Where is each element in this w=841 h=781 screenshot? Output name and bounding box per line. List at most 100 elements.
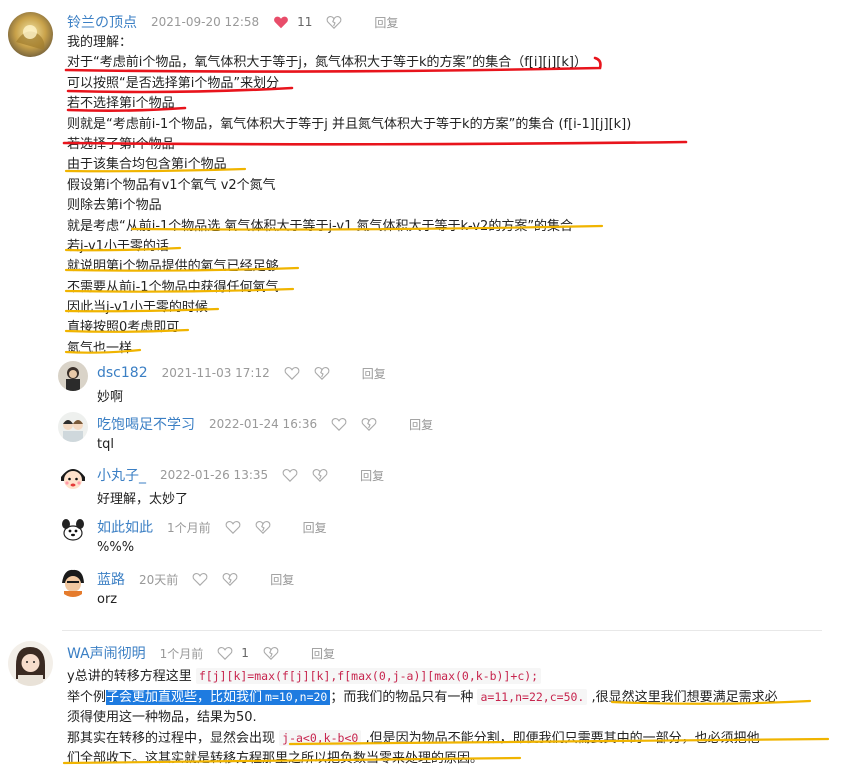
- username[interactable]: 吃饱喝足不学习: [97, 414, 195, 434]
- reply-button[interactable]: 回复: [311, 645, 335, 662]
- reply-text: 妙啊: [97, 390, 124, 405]
- username[interactable]: 铃兰の顶点: [67, 12, 137, 32]
- dislike-button[interactable]: [312, 467, 328, 483]
- comment-line: 就说明第i个物品提供的氧气已经足够: [67, 259, 279, 275]
- comment-line: 对于“考虑前i个物品，氧气体积大于等于j，氮气体积大于等于k的方案”的集合（f[…: [67, 55, 587, 71]
- reply-text: orz: [97, 592, 118, 607]
- heart-outline-icon: [282, 469, 298, 482]
- avatar-image: [8, 12, 53, 57]
- reply-button[interactable]: 回复: [360, 467, 384, 484]
- comment-line: 举个例子会更加直观些，比如我们 m=10,n=20 ；而我们的物品只有一种 a=11…: [67, 686, 778, 705]
- like-button[interactable]: [282, 467, 298, 483]
- broken-heart-icon: [314, 367, 330, 380]
- reply-meta: 小丸子_ 2022-01-26 13:35 回复: [97, 466, 384, 484]
- like-button[interactable]: [192, 571, 208, 587]
- avatar[interactable]: [58, 567, 88, 597]
- username[interactable]: WA声闹彻明: [67, 643, 146, 663]
- reply-button[interactable]: 回复: [409, 416, 433, 433]
- like-count: 11: [297, 15, 313, 29]
- dislike-button[interactable]: [255, 519, 271, 535]
- timestamp: 2021-11-03 17:12: [161, 366, 270, 380]
- like-button[interactable]: [284, 365, 300, 381]
- username[interactable]: 蓝路: [97, 569, 125, 589]
- like-button[interactable]: 11: [273, 14, 312, 30]
- username[interactable]: 小丸子_: [97, 465, 146, 485]
- avatar[interactable]: [8, 641, 53, 686]
- avatar[interactable]: [58, 361, 88, 391]
- like-button[interactable]: [331, 416, 347, 432]
- dislike-button[interactable]: [314, 365, 330, 381]
- avatar-image: [58, 567, 88, 597]
- comment-text: 子会更加直观些，比如我们: [106, 690, 263, 705]
- reply-meta: 吃饱喝足不学习 2022-01-24 16:36 回复: [97, 415, 433, 433]
- like-button[interactable]: 1: [217, 645, 249, 661]
- comment-line: 若j-v1小于零的话: [67, 238, 169, 254]
- username[interactable]: 如此如此: [97, 517, 153, 537]
- reply-meta: dsc182 2021-11-03 17:12 回复: [97, 364, 386, 382]
- broken-heart-icon: [255, 521, 271, 534]
- heart-filled-icon: [274, 16, 289, 29]
- heart-outline-icon: [225, 521, 241, 534]
- avatar[interactable]: [58, 515, 88, 545]
- reply-text: tql: [97, 437, 114, 452]
- reply-button[interactable]: 回复: [303, 519, 327, 536]
- avatar[interactable]: [8, 12, 53, 57]
- comment-line: 那其实在转移的过程中，显然会出现 j-a<0,k-b<0 ,但是因为物品不能分割…: [67, 727, 760, 746]
- comment-text: ,很显然这里我们想要满足需求必: [587, 690, 778, 705]
- comment-line: 不需要从前i-1个物品中获得任何氧气: [67, 279, 279, 295]
- reply-text: 好理解，太妙了: [97, 492, 189, 507]
- comment-line: 须得使用这一种物品，结果为50.: [67, 710, 257, 725]
- timestamp: 2021-09-20 12:58: [151, 15, 260, 29]
- dislike-button[interactable]: [263, 645, 279, 661]
- timestamp: 2022-01-24 16:36: [209, 417, 318, 431]
- dislike-button[interactable]: [326, 14, 342, 30]
- reply-button[interactable]: 回复: [270, 571, 294, 588]
- reply-text: %%%: [97, 540, 135, 555]
- broken-heart-icon: [361, 418, 377, 431]
- comment-line: 则除去第i个物品: [67, 198, 162, 214]
- avatar-image: [8, 641, 53, 686]
- comment-text: ,但是因为物品不能分割，即便我们只需要其中的一部分，也必须把他: [361, 731, 760, 746]
- avatar[interactable]: [58, 463, 88, 493]
- comment-text: 举个例: [67, 690, 107, 705]
- comment-line: 们全部收下。这其实就是转移方程那里之所以把负数当零来处理的原因。: [67, 751, 484, 766]
- comment-line: 则就是“考虑前i-1个物品，氧气体积大于等于j 并且氮气体积大于等于k的方案”的…: [67, 116, 632, 132]
- dislike-button[interactable]: [361, 416, 377, 432]
- comment-line: 若不选择第i个物品: [67, 96, 175, 112]
- heart-outline-icon: [331, 418, 347, 431]
- avatar[interactable]: [58, 412, 88, 442]
- broken-heart-icon: [222, 573, 238, 586]
- comment-text: y总讲的转移方程这里: [67, 669, 196, 684]
- timestamp: 1个月前: [167, 520, 211, 535]
- inline-code: j-a<0,k-b<0: [279, 730, 362, 746]
- like-count: 1: [241, 646, 249, 660]
- timestamp: 2022-01-26 13:35: [160, 468, 269, 482]
- comment-line: 可以按照“是否选择第i个物品”来划分: [67, 75, 280, 91]
- comment-text: ；而我们的物品只有一种: [330, 690, 478, 705]
- heart-outline-icon: [192, 573, 208, 586]
- comment-line: 氮气也一样: [67, 340, 133, 356]
- comment-line: 由于该集合均包含第i个物品: [67, 157, 227, 173]
- like-button[interactable]: [225, 519, 241, 535]
- comment-line: 假设第i个物品有v1个氧气 v2个氮气: [67, 177, 276, 193]
- comment-line: 就是考虑“从前i-1个物品选 氧气体积大于等于j-v1 氮气体积大于等于k-v2…: [67, 218, 574, 234]
- reply-meta: 蓝路 20天前 回复: [97, 570, 294, 588]
- broken-heart-icon: [326, 16, 342, 29]
- username[interactable]: dsc182: [97, 365, 148, 381]
- comment-divider: [62, 630, 822, 631]
- avatar-image: [58, 463, 88, 493]
- comment-line: 我的理解：: [67, 35, 133, 50]
- comment-line: 因此当j-v1小于零的时候: [67, 300, 208, 316]
- comment-line: 直接按照0考虑即可: [67, 320, 180, 336]
- reply-button[interactable]: 回复: [362, 365, 386, 382]
- inline-code: m=10,n=20: [265, 690, 328, 704]
- comment-meta: 铃兰の顶点 2021-09-20 12:58 11 回复: [67, 13, 398, 31]
- reply-meta: 如此如此 1个月前 回复: [97, 518, 327, 536]
- dislike-button[interactable]: [222, 571, 238, 587]
- comment-line: y总讲的转移方程这里 f[j][k]=max(f[j][k],f[max(0,j…: [67, 665, 542, 684]
- comment-body: 我的理解： 对于“考虑前i个物品，氧气体积大于等于j，氮气体积大于等于k的方案”…: [67, 33, 631, 359]
- comment-meta: WA声闹彻明 1个月前 1 回复: [67, 644, 335, 662]
- reply-button[interactable]: 回复: [374, 14, 398, 31]
- text-selection: 子会更加直观些，比如我们 m=10,n=20: [106, 690, 331, 705]
- timestamp: 1个月前: [159, 646, 204, 661]
